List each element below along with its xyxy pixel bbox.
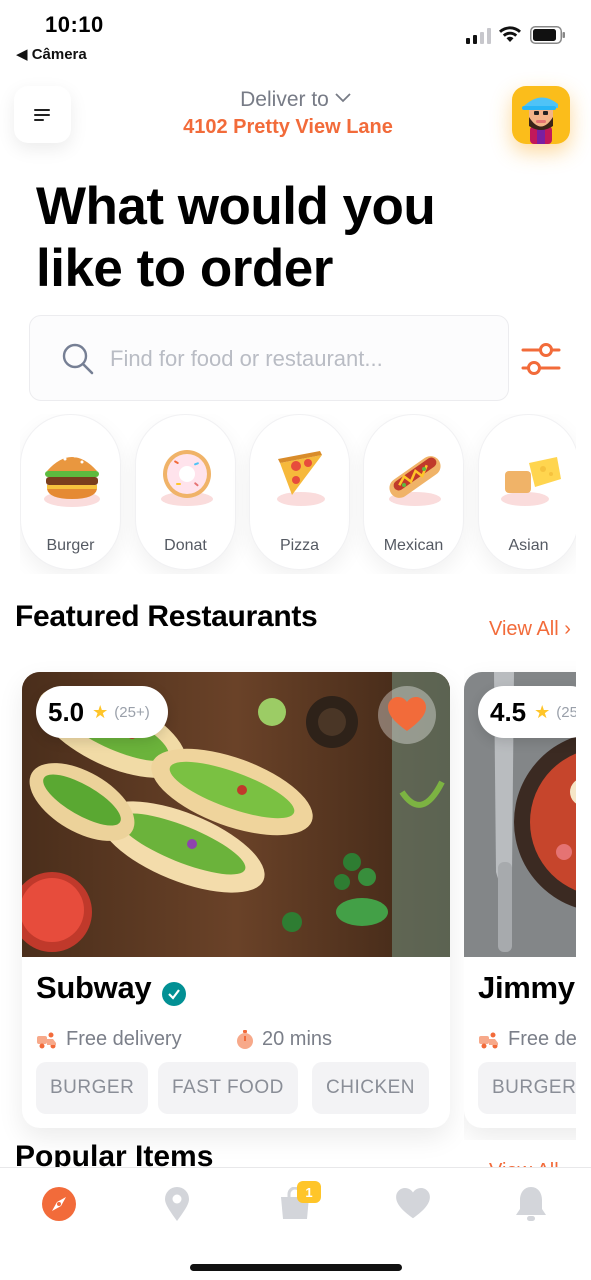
asian-food-icon: [501, 457, 561, 506]
chevron-down-icon: [335, 93, 351, 103]
star-icon: ★: [92, 701, 109, 722]
category-list: Burger Donat Pizza Mexican Asian: [20, 414, 576, 574]
star-icon: ★: [534, 701, 551, 722]
category-pizza[interactable]: Pizza: [249, 414, 350, 570]
battery-icon: [530, 26, 565, 44]
category-label: Mexican: [383, 537, 444, 554]
timer-icon: [237, 1029, 253, 1049]
featured-section-title: Featured Restaurants: [15, 600, 318, 633]
tag-chicken[interactable]: CHICKEN: [312, 1062, 430, 1114]
rating-badge: 5.0 ★ (25+): [36, 686, 168, 738]
status-bar: 10:10 ◀ Câmera: [0, 0, 591, 72]
back-to-app-link[interactable]: ◀ Câmera: [16, 45, 87, 63]
rating-value: 4.5: [490, 696, 527, 727]
category-label: Pizza: [279, 537, 320, 554]
restaurant-card-subway[interactable]: 5.0 ★ (25+) Subway Free delivery 20 mins…: [22, 672, 450, 1128]
delivery-time: 20 mins: [262, 1028, 333, 1050]
category-burger[interactable]: Burger: [20, 414, 121, 570]
delivery-icon: [479, 1032, 498, 1048]
search-icon: [62, 343, 94, 375]
rating-count: (25+): [114, 703, 150, 721]
restaurant-name: Jimmy: [478, 970, 575, 1005]
rating-count: (25: [556, 703, 576, 721]
card-clip: 4.5 ★ (25 Jimmy Free del BURGER: [464, 660, 576, 1140]
delivery-address[interactable]: 4102 Pretty View Lane: [0, 116, 576, 139]
location-icon: [165, 1187, 189, 1221]
donut-icon: [161, 450, 213, 506]
popular-section-title: Popular Items: [15, 1140, 214, 1167]
delivery-icon: [37, 1032, 56, 1048]
view-all-label: View All: [489, 618, 559, 640]
tab-notifications[interactable]: [511, 1184, 551, 1224]
notifications-icon: [516, 1187, 546, 1221]
category-label: Burger: [46, 537, 95, 554]
category-donut[interactable]: Donat: [135, 414, 236, 570]
tab-explore[interactable]: [39, 1184, 79, 1224]
tag-burger[interactable]: BURGER: [478, 1062, 576, 1114]
tag-fast-food[interactable]: FAST FOOD: [158, 1062, 298, 1114]
category-mexican[interactable]: Mexican: [363, 414, 464, 570]
featured-view-all-link[interactable]: View All ›: [489, 618, 571, 641]
cart-badge: 1: [297, 1181, 321, 1203]
search-bar[interactable]: [29, 315, 509, 401]
user-avatar[interactable]: [512, 86, 570, 144]
category-label: Asian: [508, 537, 549, 554]
cellular-signal-icon: [466, 28, 491, 44]
delivery-label: Free delivery: [66, 1028, 182, 1050]
tab-favorites[interactable]: [393, 1184, 433, 1224]
avatar-character-icon: [522, 97, 558, 144]
burger-icon: [44, 454, 100, 507]
wifi-icon: [499, 26, 521, 42]
bottom-tab-bar: 1: [0, 1167, 591, 1280]
filter-icon[interactable]: [520, 340, 562, 378]
hotdog-icon: [389, 456, 441, 506]
favorite-button[interactable]: [378, 686, 436, 744]
restaurant-card-jimmy[interactable]: 4.5 ★ (25 Jimmy Free del BURGER: [464, 672, 576, 1128]
heart-icon: [388, 697, 426, 731]
delivery-info: Free delivery: [36, 1028, 182, 1051]
deliver-to-label: Deliver to: [240, 88, 329, 111]
status-time: 10:10: [45, 12, 104, 37]
category-label: Donat: [164, 537, 207, 554]
rating-badge: 4.5 ★ (25: [478, 686, 576, 738]
delivery-time-info: 20 mins: [236, 1028, 332, 1051]
home-indicator: [190, 1264, 402, 1271]
verified-badge-icon: [162, 982, 186, 1006]
delivery-info: Free del: [478, 1028, 576, 1051]
chevron-right-icon: ›: [558, 618, 571, 640]
pizza-icon: [277, 451, 325, 506]
favorites-icon: [396, 1188, 430, 1219]
delivery-label: Free del: [508, 1028, 576, 1050]
category-asian[interactable]: Asian: [478, 414, 576, 570]
restaurant-name: Subway: [36, 970, 152, 1005]
explore-icon: [42, 1187, 76, 1221]
tag-burger[interactable]: BURGER: [36, 1062, 149, 1114]
page-headline: What would you like to order: [36, 177, 436, 298]
tab-location[interactable]: [157, 1184, 197, 1224]
search-input[interactable]: [110, 343, 490, 375]
deliver-to-selector[interactable]: Deliver to: [0, 88, 591, 112]
rating-value: 5.0: [48, 696, 85, 727]
